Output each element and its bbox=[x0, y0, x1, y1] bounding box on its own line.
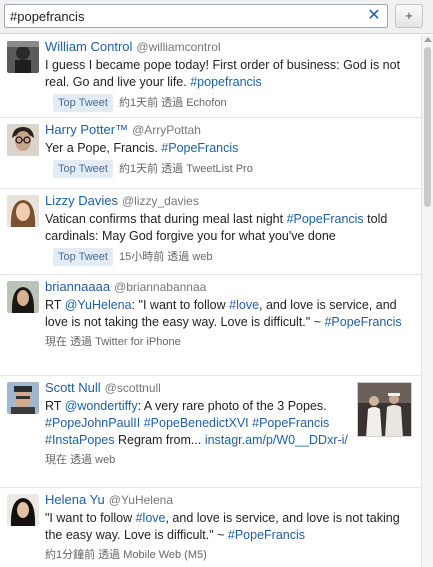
avatar[interactable] bbox=[7, 41, 39, 73]
handle[interactable]: @scottnull bbox=[105, 381, 161, 395]
hashtag-link[interactable]: #PopeFrancis bbox=[228, 528, 305, 542]
via-label: 透過 bbox=[161, 163, 184, 175]
photo-thumbnail-image bbox=[358, 383, 411, 436]
tweet-header: Helena Yu @YuHelena bbox=[45, 492, 415, 508]
avatar[interactable] bbox=[7, 195, 39, 227]
add-column-button[interactable]: + bbox=[395, 4, 423, 28]
timestamp[interactable]: 現在 bbox=[45, 336, 67, 348]
top-tweet-badge: Top Tweet bbox=[53, 248, 113, 266]
scroll-up-arrow-icon[interactable] bbox=[424, 37, 432, 42]
display-name[interactable]: briannaaaa bbox=[45, 279, 110, 294]
hashtag-link[interactable]: #InstaPopes bbox=[45, 433, 115, 447]
tweet-meta: Top Tweet 約1天前 透過 Echofon bbox=[45, 94, 415, 112]
hashtag-link[interactable]: #PopeFrancis bbox=[161, 141, 238, 155]
url-link[interactable]: instagr.am/p/W0__DDxr-i/ bbox=[205, 433, 348, 447]
hashtag-link[interactable]: #PopeJohnPaulII bbox=[45, 416, 140, 430]
tweet-meta: Top Tweet 15小時前 透過 web bbox=[45, 248, 415, 266]
tweet-meta: 約1分鐘前 透過 Mobile Web (M5) bbox=[45, 547, 415, 563]
handle[interactable]: @YuHelena bbox=[109, 493, 173, 507]
search-input[interactable] bbox=[10, 7, 362, 25]
via-label: 透過 bbox=[70, 336, 93, 348]
tweet-text: I guess I became pope today! First order… bbox=[45, 58, 401, 89]
tweet-text: Yer a Pope, Francis. #PopeFrancis bbox=[45, 141, 239, 155]
avatar[interactable] bbox=[7, 281, 39, 313]
avatar-image bbox=[7, 41, 39, 73]
via-label: 透過 bbox=[70, 454, 93, 466]
tweet-meta: 現在 透過 web bbox=[45, 452, 351, 468]
tweet-header: Lizzy Davies @lizzy_davies bbox=[45, 193, 415, 209]
hashtag-link[interactable]: #PopeFrancis bbox=[324, 315, 401, 329]
avatar[interactable] bbox=[7, 494, 39, 526]
display-name[interactable]: Helena Yu bbox=[45, 492, 105, 507]
media-thumbnail[interactable] bbox=[357, 382, 412, 437]
hashtag-link[interactable]: #PopeFrancis bbox=[287, 212, 364, 226]
display-name[interactable]: Scott Null bbox=[45, 380, 101, 395]
tweet-text: Vatican confirms that during meal last n… bbox=[45, 212, 388, 243]
tweet-item[interactable]: briannaaaa @briannabannaa RT @YuHelena: "… bbox=[0, 275, 421, 376]
hashtag-link[interactable]: #love bbox=[136, 511, 166, 525]
tweet-item[interactable]: Helena Yu @YuHelena "I want to follow #lo… bbox=[0, 488, 421, 567]
timestamp[interactable]: 15小時前 bbox=[119, 251, 164, 263]
tweet-item[interactable]: William Control @williamcontrol I guess I… bbox=[0, 35, 421, 118]
tweet-header: Scott Null @scottnull bbox=[45, 380, 351, 396]
tweet-text: RT @YuHelena: "I want to follow #love, a… bbox=[45, 298, 402, 329]
client-name[interactable]: Twitter for iPhone bbox=[95, 336, 181, 348]
search-box: ✕ bbox=[4, 4, 388, 28]
avatar[interactable] bbox=[7, 124, 39, 156]
avatar-image bbox=[7, 382, 39, 414]
timestamp[interactable]: 約1天前 bbox=[119, 163, 158, 175]
tweet-meta: 現在 透過 Twitter for iPhone bbox=[45, 334, 415, 350]
top-tweet-badge: Top Tweet bbox=[53, 160, 113, 178]
display-name[interactable]: Harry Potter™ bbox=[45, 122, 128, 137]
tweet-timeline: William Control @williamcontrol I guess I… bbox=[0, 35, 421, 567]
hashtag-link[interactable]: #love bbox=[229, 298, 259, 312]
avatar-image bbox=[7, 124, 39, 156]
tweet-meta: Top Tweet 約1天前 透過 TweetList Pro bbox=[45, 160, 415, 178]
avatar-image bbox=[7, 494, 39, 526]
handle[interactable]: @briannabannaa bbox=[114, 280, 206, 294]
timeline-scrollbar[interactable] bbox=[421, 35, 433, 567]
tweet-header: William Control @williamcontrol bbox=[45, 39, 415, 55]
timestamp[interactable]: 約1分鐘前 bbox=[45, 549, 95, 561]
avatar-image bbox=[7, 281, 39, 313]
tweet-text: "I want to follow #love, and love is ser… bbox=[45, 511, 400, 542]
via-label: 透過 bbox=[161, 97, 184, 109]
timestamp[interactable]: 現在 bbox=[45, 454, 67, 466]
avatar[interactable] bbox=[7, 382, 39, 414]
clear-search-icon[interactable]: ✕ bbox=[366, 7, 382, 25]
top-tweet-badge: Top Tweet bbox=[53, 94, 113, 112]
tweet-header: briannaaaa @briannabannaa bbox=[45, 279, 415, 295]
hashtag-link[interactable]: #PopeBenedictXVI bbox=[144, 416, 249, 430]
tweet-item[interactable]: Scott Null @scottnull RT @wondertiffy: A … bbox=[0, 376, 421, 488]
tweet-header: Harry Potter™ @ArryPottah bbox=[45, 122, 415, 138]
mention-link[interactable]: @YuHelena bbox=[65, 298, 132, 312]
client-name[interactable]: TweetList Pro bbox=[186, 163, 253, 175]
handle[interactable]: @williamcontrol bbox=[136, 40, 220, 54]
client-name[interactable]: web bbox=[95, 454, 115, 466]
display-name[interactable]: Lizzy Davies bbox=[45, 193, 118, 208]
tweet-item[interactable]: Lizzy Davies @lizzy_davies Vatican confir… bbox=[0, 189, 421, 275]
tweet-item[interactable]: Harry Potter™ @ArryPottah Yer a Pope, Fra… bbox=[0, 118, 421, 189]
client-name[interactable]: web bbox=[192, 251, 212, 263]
scrollbar-thumb[interactable] bbox=[424, 47, 431, 207]
handle[interactable]: @lizzy_davies bbox=[122, 194, 199, 208]
timestamp[interactable]: 約1天前 bbox=[119, 97, 158, 109]
via-label: 透過 bbox=[98, 549, 121, 561]
client-name[interactable]: Mobile Web (M5) bbox=[123, 549, 207, 561]
display-name[interactable]: William Control bbox=[45, 39, 132, 54]
hashtag-link[interactable]: #popefrancis bbox=[190, 75, 262, 89]
avatar-image bbox=[7, 195, 39, 227]
client-name[interactable]: Echofon bbox=[186, 97, 226, 109]
via-label: 透過 bbox=[167, 251, 190, 263]
top-toolbar: ✕ + bbox=[0, 0, 433, 34]
mention-link[interactable]: @wondertiffy bbox=[65, 399, 138, 413]
hashtag-link[interactable]: #PopeFrancis bbox=[252, 416, 329, 430]
handle[interactable]: @ArryPottah bbox=[132, 123, 201, 137]
tweet-text: RT @wondertiffy: A very rare photo of th… bbox=[45, 399, 348, 447]
